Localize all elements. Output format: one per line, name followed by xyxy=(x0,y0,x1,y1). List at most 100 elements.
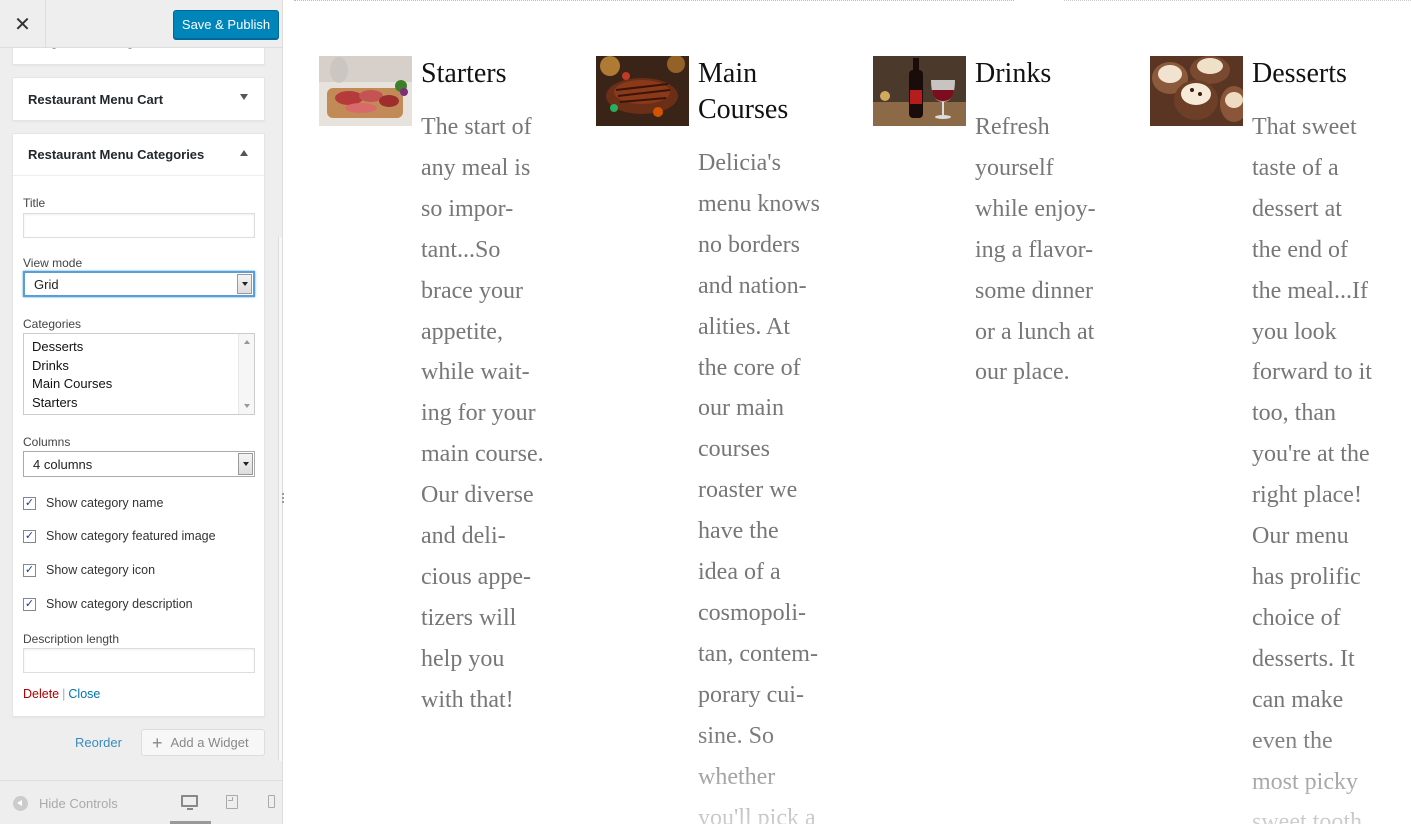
show-category-name-checkbox[interactable]: ✓ xyxy=(23,496,36,510)
description-line: alities. At xyxy=(698,313,790,340)
widget-categories-title: Restaurant Menu Categories xyxy=(28,147,205,162)
category-title[interactable]: Starters xyxy=(421,56,571,92)
description-line: Our diverse xyxy=(421,482,534,509)
description-line: The start of xyxy=(421,114,532,140)
show-category-name-option[interactable]: ✓ Show category name xyxy=(23,496,163,510)
scroll-up-icon[interactable] xyxy=(244,340,250,344)
description-length-input[interactable] xyxy=(23,648,255,673)
description-line: no borders xyxy=(698,231,800,258)
category-description: Delicia's menu knows no borders and nation-… xyxy=(698,143,838,824)
description-line: porary cui- xyxy=(698,681,804,708)
listbox-scrollbar[interactable] xyxy=(238,334,254,414)
show-category-description-checkbox[interactable]: ✓ xyxy=(23,597,36,611)
columns-value: 4 columns xyxy=(33,456,93,472)
description-line: any meal is xyxy=(421,154,531,181)
category-title[interactable]: Drinks xyxy=(975,56,1125,92)
widget-categories-header[interactable]: Restaurant Menu Categories xyxy=(13,134,264,176)
description-line: forward to it xyxy=(1252,359,1372,386)
scroll-down-icon[interactable] xyxy=(244,404,250,408)
description-line: tan, contem- xyxy=(698,640,818,667)
customizer-header: ✕ Save & Publish xyxy=(0,0,282,48)
close-link[interactable]: Close xyxy=(68,687,100,701)
columns-select[interactable]: 4 columns xyxy=(23,451,255,477)
description-line: That sweet xyxy=(1252,114,1357,140)
preview-divider xyxy=(294,0,1014,1)
description-line: our place. xyxy=(975,359,1070,386)
description-line: too, than xyxy=(1252,400,1336,427)
starters-image[interactable] xyxy=(319,56,412,126)
title-input[interactable] xyxy=(23,213,255,238)
description-line: tant...So xyxy=(421,236,501,263)
categories-listbox[interactable]: Desserts Drinks Main Courses Starters xyxy=(23,333,255,415)
mobile-preview-icon[interactable] xyxy=(268,795,275,808)
description-line: main course. xyxy=(421,441,544,468)
description-line: with that! xyxy=(421,686,514,713)
widget-restaurant-menu-categories: Restaurant Menu Categories Title View mo… xyxy=(12,133,265,717)
show-category-featured-image-option[interactable]: ✓ Show category featured image xyxy=(23,529,216,543)
dropdown-arrow-icon[interactable] xyxy=(238,453,253,475)
show-category-description-option[interactable]: ✓ Show category description xyxy=(23,597,193,611)
description-line: help you xyxy=(421,645,505,672)
view-mode-label: View mode xyxy=(23,256,83,270)
description-line: can make xyxy=(1252,686,1344,713)
description-line: sweet tooth xyxy=(1252,809,1362,824)
description-line: roaster we xyxy=(698,477,798,504)
description-line: and deli- xyxy=(421,523,506,550)
show-category-name-label: Show category name xyxy=(46,496,164,510)
show-category-featured-image-checkbox[interactable]: ✓ xyxy=(23,529,36,543)
widget-restaurant-menu-cart[interactable]: Restaurant Menu Cart xyxy=(12,77,265,121)
listbox-option[interactable]: Drinks xyxy=(32,357,254,376)
listbox-option[interactable]: Main Courses xyxy=(32,375,254,394)
description-length-label: Description length xyxy=(23,632,120,646)
tablet-preview-icon[interactable] xyxy=(226,795,238,809)
widget-cart-title: Restaurant Menu Cart xyxy=(28,91,164,107)
category-title[interactable]: Main Courses xyxy=(698,56,848,128)
reorder-link[interactable]: Reorder xyxy=(75,735,122,750)
desktop-preview-icon[interactable] xyxy=(181,795,198,810)
add-widget-button[interactable]: + Add a Widget xyxy=(141,729,265,756)
show-category-icon-checkbox[interactable]: ✓ xyxy=(23,563,36,577)
description-line: right place! xyxy=(1252,482,1362,509)
close-customizer-button[interactable]: ✕ xyxy=(0,0,46,48)
site-preview: Starters The start of any meal is so impor… xyxy=(284,0,1411,824)
title-label: Title xyxy=(23,196,46,210)
widget-cart-header[interactable]: Restaurant Menu Cart xyxy=(13,78,264,120)
main-courses-image[interactable] xyxy=(596,56,689,126)
category-title[interactable]: Desserts xyxy=(1252,56,1402,92)
description-line: desserts. It xyxy=(1252,645,1355,672)
show-category-featured-image-label: Show category featured image xyxy=(46,529,216,543)
description-line: Refresh xyxy=(975,114,1050,140)
view-mode-select[interactable]: Grid xyxy=(23,271,255,297)
show-category-icon-option[interactable]: ✓ Show category icon xyxy=(23,563,155,577)
listbox-option[interactable]: Starters xyxy=(32,394,254,413)
hide-controls-label: Hide Controls xyxy=(39,796,118,811)
dropdown-arrow-icon[interactable] xyxy=(237,274,252,294)
add-widget-label: Add a Widget xyxy=(170,735,249,750)
description-line: most picky xyxy=(1252,768,1358,795)
description-line: tizers will xyxy=(421,604,517,631)
description-line: choice of xyxy=(1252,604,1341,631)
link-separator: | xyxy=(62,687,66,701)
customizer-sidebar: ✕ Save & Publish Image Grid: Image Grid … xyxy=(0,0,283,824)
drinks-image[interactable] xyxy=(873,56,966,126)
description-line: courses xyxy=(698,436,770,463)
delete-link[interactable]: Delete xyxy=(23,687,59,701)
expand-arrow-icon[interactable] xyxy=(240,94,248,100)
hide-controls-button[interactable]: Hide Controls xyxy=(13,796,118,811)
description-line: or a lunch at xyxy=(975,318,1095,345)
description-line: appetite, xyxy=(421,318,503,345)
category-title-line: Main xyxy=(698,58,758,89)
description-line: the core of xyxy=(698,354,801,381)
description-line: and nation- xyxy=(698,272,807,299)
view-mode-value: Grid xyxy=(34,276,59,292)
description-line: Our menu xyxy=(1252,523,1349,550)
description-line: whether xyxy=(698,763,776,790)
listbox-option[interactable]: Desserts xyxy=(32,338,254,357)
description-line: you're at the xyxy=(1252,441,1370,468)
save-publish-button[interactable]: Save & Publish xyxy=(173,10,279,39)
description-line: even the xyxy=(1252,727,1333,754)
desserts-image[interactable] xyxy=(1150,56,1243,126)
customizer-footer: Hide Controls xyxy=(0,780,282,824)
collapse-arrow-icon[interactable] xyxy=(240,150,248,156)
description-line: you'll pick a xyxy=(698,804,816,824)
